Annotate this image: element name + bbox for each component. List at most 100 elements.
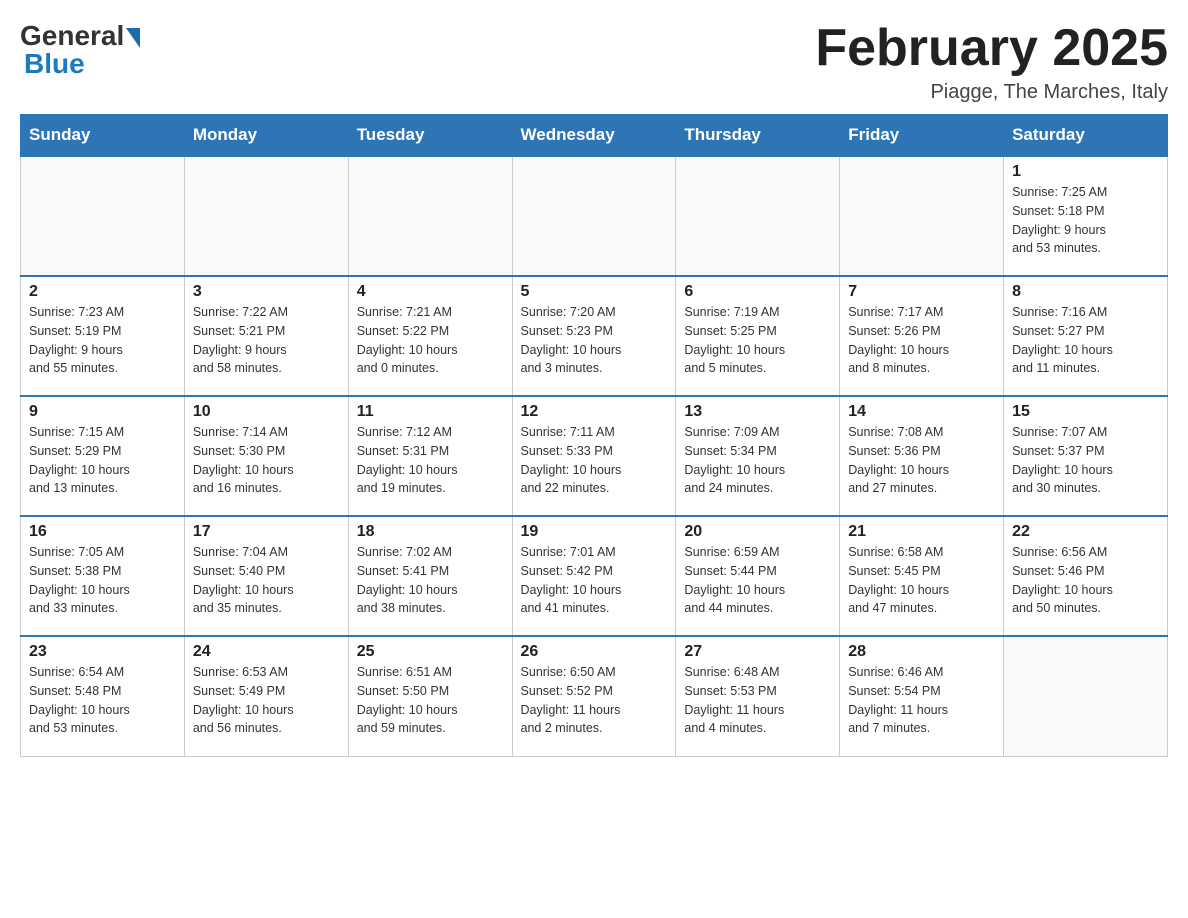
weekday-header-saturday: Saturday [1004,115,1168,157]
day-number: 25 [357,643,504,661]
day-info: Sunrise: 7:02 AMSunset: 5:41 PMDaylight:… [357,543,504,618]
day-number: 13 [684,403,831,421]
day-info: Sunrise: 7:12 AMSunset: 5:31 PMDaylight:… [357,423,504,498]
logo-triangle-icon [126,28,140,48]
calendar-cell: 20 Sunrise: 6:59 AMSunset: 5:44 PMDayligh… [676,516,840,636]
day-number: 12 [521,403,668,421]
calendar-cell: 26 Sunrise: 6:50 AMSunset: 5:52 PMDayligh… [512,636,676,756]
day-info: Sunrise: 6:46 AMSunset: 5:54 PMDaylight:… [848,663,995,738]
day-info: Sunrise: 7:09 AMSunset: 5:34 PMDaylight:… [684,423,831,498]
logo-blue-text: Blue [24,48,85,80]
calendar-cell: 25 Sunrise: 6:51 AMSunset: 5:50 PMDayligh… [348,636,512,756]
calendar-cell: 15 Sunrise: 7:07 AMSunset: 5:37 PMDayligh… [1004,396,1168,516]
day-number: 26 [521,643,668,661]
day-info: Sunrise: 7:08 AMSunset: 5:36 PMDaylight:… [848,423,995,498]
calendar-cell: 10 Sunrise: 7:14 AMSunset: 5:30 PMDayligh… [184,396,348,516]
calendar-cell: 27 Sunrise: 6:48 AMSunset: 5:53 PMDayligh… [676,636,840,756]
day-number: 27 [684,643,831,661]
calendar-cell: 2Sunrise: 7:23 AMSunset: 5:19 PMDaylight… [21,276,185,396]
day-number: 9 [29,403,176,421]
day-info: Sunrise: 6:54 AMSunset: 5:48 PMDaylight:… [29,663,176,738]
calendar-cell: 17Sunrise: 7:04 AMSunset: 5:40 PMDayligh… [184,516,348,636]
day-number: 23 [29,643,176,661]
day-number: 15 [1012,403,1159,421]
calendar-cell: 18Sunrise: 7:02 AMSunset: 5:41 PMDayligh… [348,516,512,636]
day-info: Sunrise: 7:05 AMSunset: 5:38 PMDaylight:… [29,543,176,618]
page-header: General Blue February 2025 Piagge, The M… [20,20,1168,104]
week-row-4: 16 Sunrise: 7:05 AMSunset: 5:38 PMDayligh… [21,516,1168,636]
calendar-table: SundayMondayTuesdayWednesdayThursdayFrid… [20,114,1168,757]
day-info: Sunrise: 7:14 AMSunset: 5:30 PMDaylight:… [193,423,340,498]
day-number: 7 [848,283,995,301]
day-number: 1 [1012,163,1159,181]
month-title: February 2025 [815,20,1168,77]
calendar-cell [1004,636,1168,756]
title-section: February 2025 Piagge, The Marches, Italy [815,20,1168,104]
calendar-cell: 5 Sunrise: 7:20 AMSunset: 5:23 PMDaylight… [512,276,676,396]
day-number: 5 [521,283,668,301]
week-row-3: 9 Sunrise: 7:15 AMSunset: 5:29 PMDaylight… [21,396,1168,516]
day-info: Sunrise: 7:11 AMSunset: 5:33 PMDaylight:… [521,423,668,498]
weekday-header-tuesday: Tuesday [348,115,512,157]
calendar-cell: 19 Sunrise: 7:01 AMSunset: 5:42 PMDayligh… [512,516,676,636]
day-info: Sunrise: 7:15 AMSunset: 5:29 PMDaylight:… [29,423,176,498]
day-number: 6 [684,283,831,301]
calendar-cell [512,156,676,276]
day-number: 10 [193,403,340,421]
week-row-5: 23 Sunrise: 6:54 AMSunset: 5:48 PMDayligh… [21,636,1168,756]
day-number: 3 [193,283,340,301]
day-info: Sunrise: 7:01 AMSunset: 5:42 PMDaylight:… [521,543,668,618]
calendar-cell: 1 Sunrise: 7:25 AMSunset: 5:18 PMDaylight… [1004,156,1168,276]
logo: General Blue [20,20,140,80]
day-number: 19 [521,523,668,541]
weekday-header-wednesday: Wednesday [512,115,676,157]
day-info: Sunrise: 7:19 AMSunset: 5:25 PMDaylight:… [684,303,831,378]
calendar-cell: 3Sunrise: 7:22 AMSunset: 5:21 PMDaylight… [184,276,348,396]
day-number: 2 [29,283,176,301]
day-number: 11 [357,403,504,421]
day-info: Sunrise: 7:17 AMSunset: 5:26 PMDaylight:… [848,303,995,378]
day-number: 16 [29,523,176,541]
calendar-cell [348,156,512,276]
day-info: Sunrise: 6:51 AMSunset: 5:50 PMDaylight:… [357,663,504,738]
calendar-cell [676,156,840,276]
week-row-1: 1 Sunrise: 7:25 AMSunset: 5:18 PMDaylight… [21,156,1168,276]
day-number: 8 [1012,283,1159,301]
week-row-2: 2Sunrise: 7:23 AMSunset: 5:19 PMDaylight… [21,276,1168,396]
day-number: 20 [684,523,831,541]
weekday-header-thursday: Thursday [676,115,840,157]
day-info: Sunrise: 6:58 AMSunset: 5:45 PMDaylight:… [848,543,995,618]
calendar-cell: 9 Sunrise: 7:15 AMSunset: 5:29 PMDaylight… [21,396,185,516]
day-number: 4 [357,283,504,301]
calendar-cell: 24 Sunrise: 6:53 AMSunset: 5:49 PMDayligh… [184,636,348,756]
calendar-cell: 23 Sunrise: 6:54 AMSunset: 5:48 PMDayligh… [21,636,185,756]
day-number: 14 [848,403,995,421]
calendar-cell: 14 Sunrise: 7:08 AMSunset: 5:36 PMDayligh… [840,396,1004,516]
calendar-cell: 13 Sunrise: 7:09 AMSunset: 5:34 PMDayligh… [676,396,840,516]
day-info: Sunrise: 6:53 AMSunset: 5:49 PMDaylight:… [193,663,340,738]
day-info: Sunrise: 6:59 AMSunset: 5:44 PMDaylight:… [684,543,831,618]
day-info: Sunrise: 6:56 AMSunset: 5:46 PMDaylight:… [1012,543,1159,618]
weekday-header-row: SundayMondayTuesdayWednesdayThursdayFrid… [21,115,1168,157]
calendar-cell: 12 Sunrise: 7:11 AMSunset: 5:33 PMDayligh… [512,396,676,516]
day-number: 21 [848,523,995,541]
day-info: Sunrise: 6:48 AMSunset: 5:53 PMDaylight:… [684,663,831,738]
weekday-header-sunday: Sunday [21,115,185,157]
calendar-cell: 21 Sunrise: 6:58 AMSunset: 5:45 PMDayligh… [840,516,1004,636]
day-info: Sunrise: 7:25 AMSunset: 5:18 PMDaylight:… [1012,183,1159,258]
day-number: 24 [193,643,340,661]
day-info: Sunrise: 6:50 AMSunset: 5:52 PMDaylight:… [521,663,668,738]
calendar-cell: 28 Sunrise: 6:46 AMSunset: 5:54 PMDayligh… [840,636,1004,756]
day-number: 17 [193,523,340,541]
calendar-cell [840,156,1004,276]
calendar-cell [184,156,348,276]
calendar-cell [21,156,185,276]
calendar-cell: 22Sunrise: 6:56 AMSunset: 5:46 PMDayligh… [1004,516,1168,636]
day-info: Sunrise: 7:07 AMSunset: 5:37 PMDaylight:… [1012,423,1159,498]
day-info: Sunrise: 7:20 AMSunset: 5:23 PMDaylight:… [521,303,668,378]
calendar-cell: 8Sunrise: 7:16 AMSunset: 5:27 PMDaylight… [1004,276,1168,396]
calendar-cell: 11 Sunrise: 7:12 AMSunset: 5:31 PMDayligh… [348,396,512,516]
weekday-header-friday: Friday [840,115,1004,157]
day-number: 28 [848,643,995,661]
weekday-header-monday: Monday [184,115,348,157]
